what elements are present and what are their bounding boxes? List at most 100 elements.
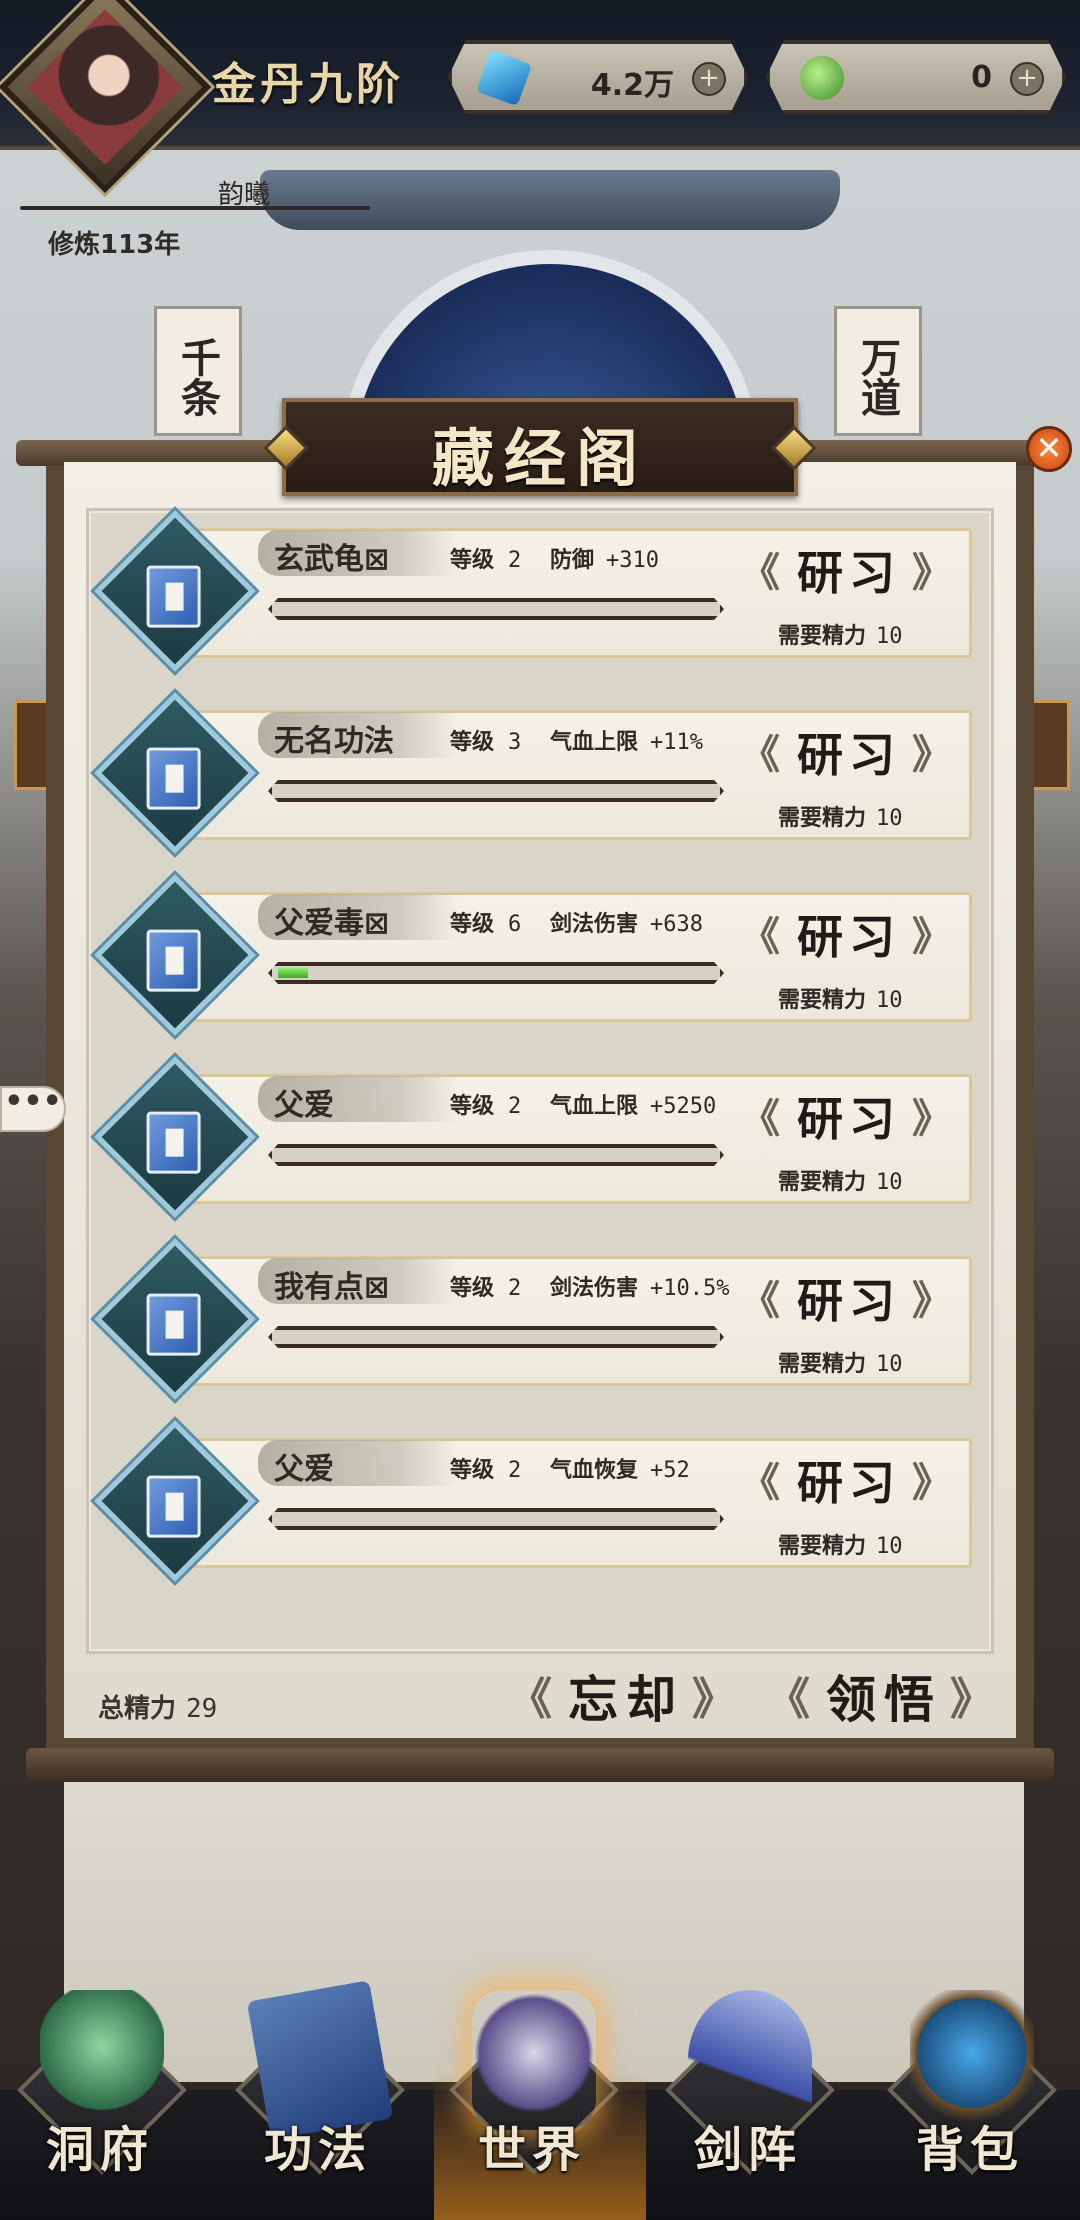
need-label: 需要精力 [778,1534,867,1559]
book-icon [146,1293,201,1356]
nav-label: 背包 [915,2122,1024,2178]
scroll-rod-bottom [26,1748,1054,1782]
total-energy: 总精力 29 [98,1688,217,1725]
effect-label: 气血恢复 [550,1458,639,1483]
jade-icon [800,56,844,100]
effect-value: +310 [606,548,659,573]
level-value: 3 [508,730,522,755]
need-label: 需要精力 [778,806,867,831]
chat-button[interactable]: ••• [0,1086,66,1132]
add-spirit-stone-button[interactable]: + [692,62,726,96]
effect-label: 防御 [550,548,595,573]
skill-level: 等级 2 [450,1270,521,1302]
skill-level: 等级 2 [450,1452,521,1484]
avatar[interactable] [0,0,212,194]
add-jade-button[interactable]: + [1010,62,1044,96]
top-bar: 金丹九阶 4.2万 + 0 + [0,0,1080,194]
book-icon [146,565,201,628]
skill-progress-bar [268,780,724,802]
level-label: 等级 [450,1094,495,1119]
skill-progress-bar [268,1144,724,1166]
study-button[interactable]: 研习 [740,1092,958,1150]
cultivation-realm: 金丹九阶 [212,59,404,110]
level-value: 6 [508,912,522,937]
pavilion-roof [260,170,840,230]
title-plaque: 藏经阁 [263,398,817,496]
level-value: 2 [508,548,522,573]
study-button[interactable]: 研习 [740,910,958,968]
skill-effect: 气血恢复 +52 [550,1452,690,1484]
need-value: 10 [876,1170,903,1195]
skill-row: 父爱 等级 2 气血上限 +5250 研习 需要精力 10 [94,1056,978,1224]
skill-row: 无名功法 等级 3 气血上限 +11% 研习 需要精力 10 [94,692,978,860]
skill-row: 玄武龟⊠ 等级 2 防御 +310 研习 需要精力 10 [94,510,978,678]
skill-level: 等级 3 [450,724,521,756]
effect-value: +10.5% [650,1276,730,1301]
panel-title: 藏经阁 [431,422,648,495]
need-value: 10 [876,988,903,1013]
level-value: 2 [508,1458,522,1483]
need-value: 10 [876,806,903,831]
need-value: 10 [876,624,903,649]
study-button[interactable]: 研习 [740,1274,958,1332]
spirit-stone-value: 4.2万 [590,68,674,103]
bag-icon [910,1990,1034,2130]
study-button[interactable]: 研习 [740,728,958,786]
study-button[interactable]: 研习 [740,546,958,604]
cave-icon [40,1990,164,2130]
nav-label: 剑阵 [693,2122,802,2178]
total-energy-value: 29 [186,1694,218,1724]
skill-name: 我有点⊠ [274,1270,390,1305]
study-button[interactable]: 研习 [740,1456,958,1514]
skill-effect: 气血上限 +5250 [550,1088,716,1120]
nav-cave[interactable]: 洞府 [0,1960,200,2200]
need-label: 需要精力 [778,624,867,649]
skill-progress-bar [268,1326,724,1348]
need-value: 10 [876,1352,903,1377]
effect-value: +52 [650,1458,690,1483]
comprehend-button[interactable]: 领悟 [766,1668,1002,1734]
level-value: 2 [508,1094,522,1119]
nav-label: 功法 [263,2122,372,2178]
skill-progress-bar [268,962,724,984]
skill-progress-bar [268,598,724,620]
resource-jade: 0 + [766,40,1066,114]
skill-name: 无名功法 [274,724,394,759]
nav-bag[interactable]: 背包 [870,1960,1070,2200]
effect-label: 剑法伤害 [550,912,639,937]
close-button[interactable]: ✕ [1026,426,1072,472]
effect-label: 剑法伤害 [550,1276,639,1301]
skill-name: 父爱毒⊠ [274,906,390,941]
skill-progress-fill [278,968,308,978]
effect-label: 气血上限 [550,730,639,755]
nav-sword-array[interactable]: 剑阵 [648,1960,848,2200]
effect-value: +5250 [650,1094,717,1119]
level-value: 2 [508,1276,522,1301]
need-label: 需要精力 [778,988,867,1013]
skill-effect: 气血上限 +11% [550,724,703,756]
nav-world[interactable]: 世界 [432,1960,632,2200]
nav-label: 洞府 [45,2122,154,2178]
bottom-nav: 洞府 功法 世界 剑阵 背包 [0,1960,1080,2220]
skill-level: 等级 6 [450,906,521,938]
effect-label: 气血上限 [550,1094,639,1119]
skill-effect: 防御 +310 [550,542,659,574]
skill-effect: 剑法伤害 +638 [550,906,703,938]
side-tab-right[interactable] [1030,700,1070,790]
skill-level: 等级 2 [450,542,521,574]
energy-requirement: 需要精力 10 [778,1528,903,1560]
skill-name: 玄武龟⊠ [274,542,390,577]
energy-requirement: 需要精力 10 [778,618,903,650]
need-value: 10 [876,1534,903,1559]
banner-left: 千条 [154,306,242,436]
nav-scripture[interactable]: 功法 [218,1960,418,2200]
book-icon [146,1475,201,1538]
spirit-stone-icon [476,50,532,106]
forget-button[interactable]: 忘却 [508,1668,744,1734]
skill-progress-bar [268,1508,724,1530]
player-name: 韵曦 [218,180,271,210]
resource-spirit-stone: 4.2万 + [448,40,748,114]
jade-value: 0 [971,60,992,95]
level-label: 等级 [450,1458,495,1483]
level-label: 等级 [450,912,495,937]
